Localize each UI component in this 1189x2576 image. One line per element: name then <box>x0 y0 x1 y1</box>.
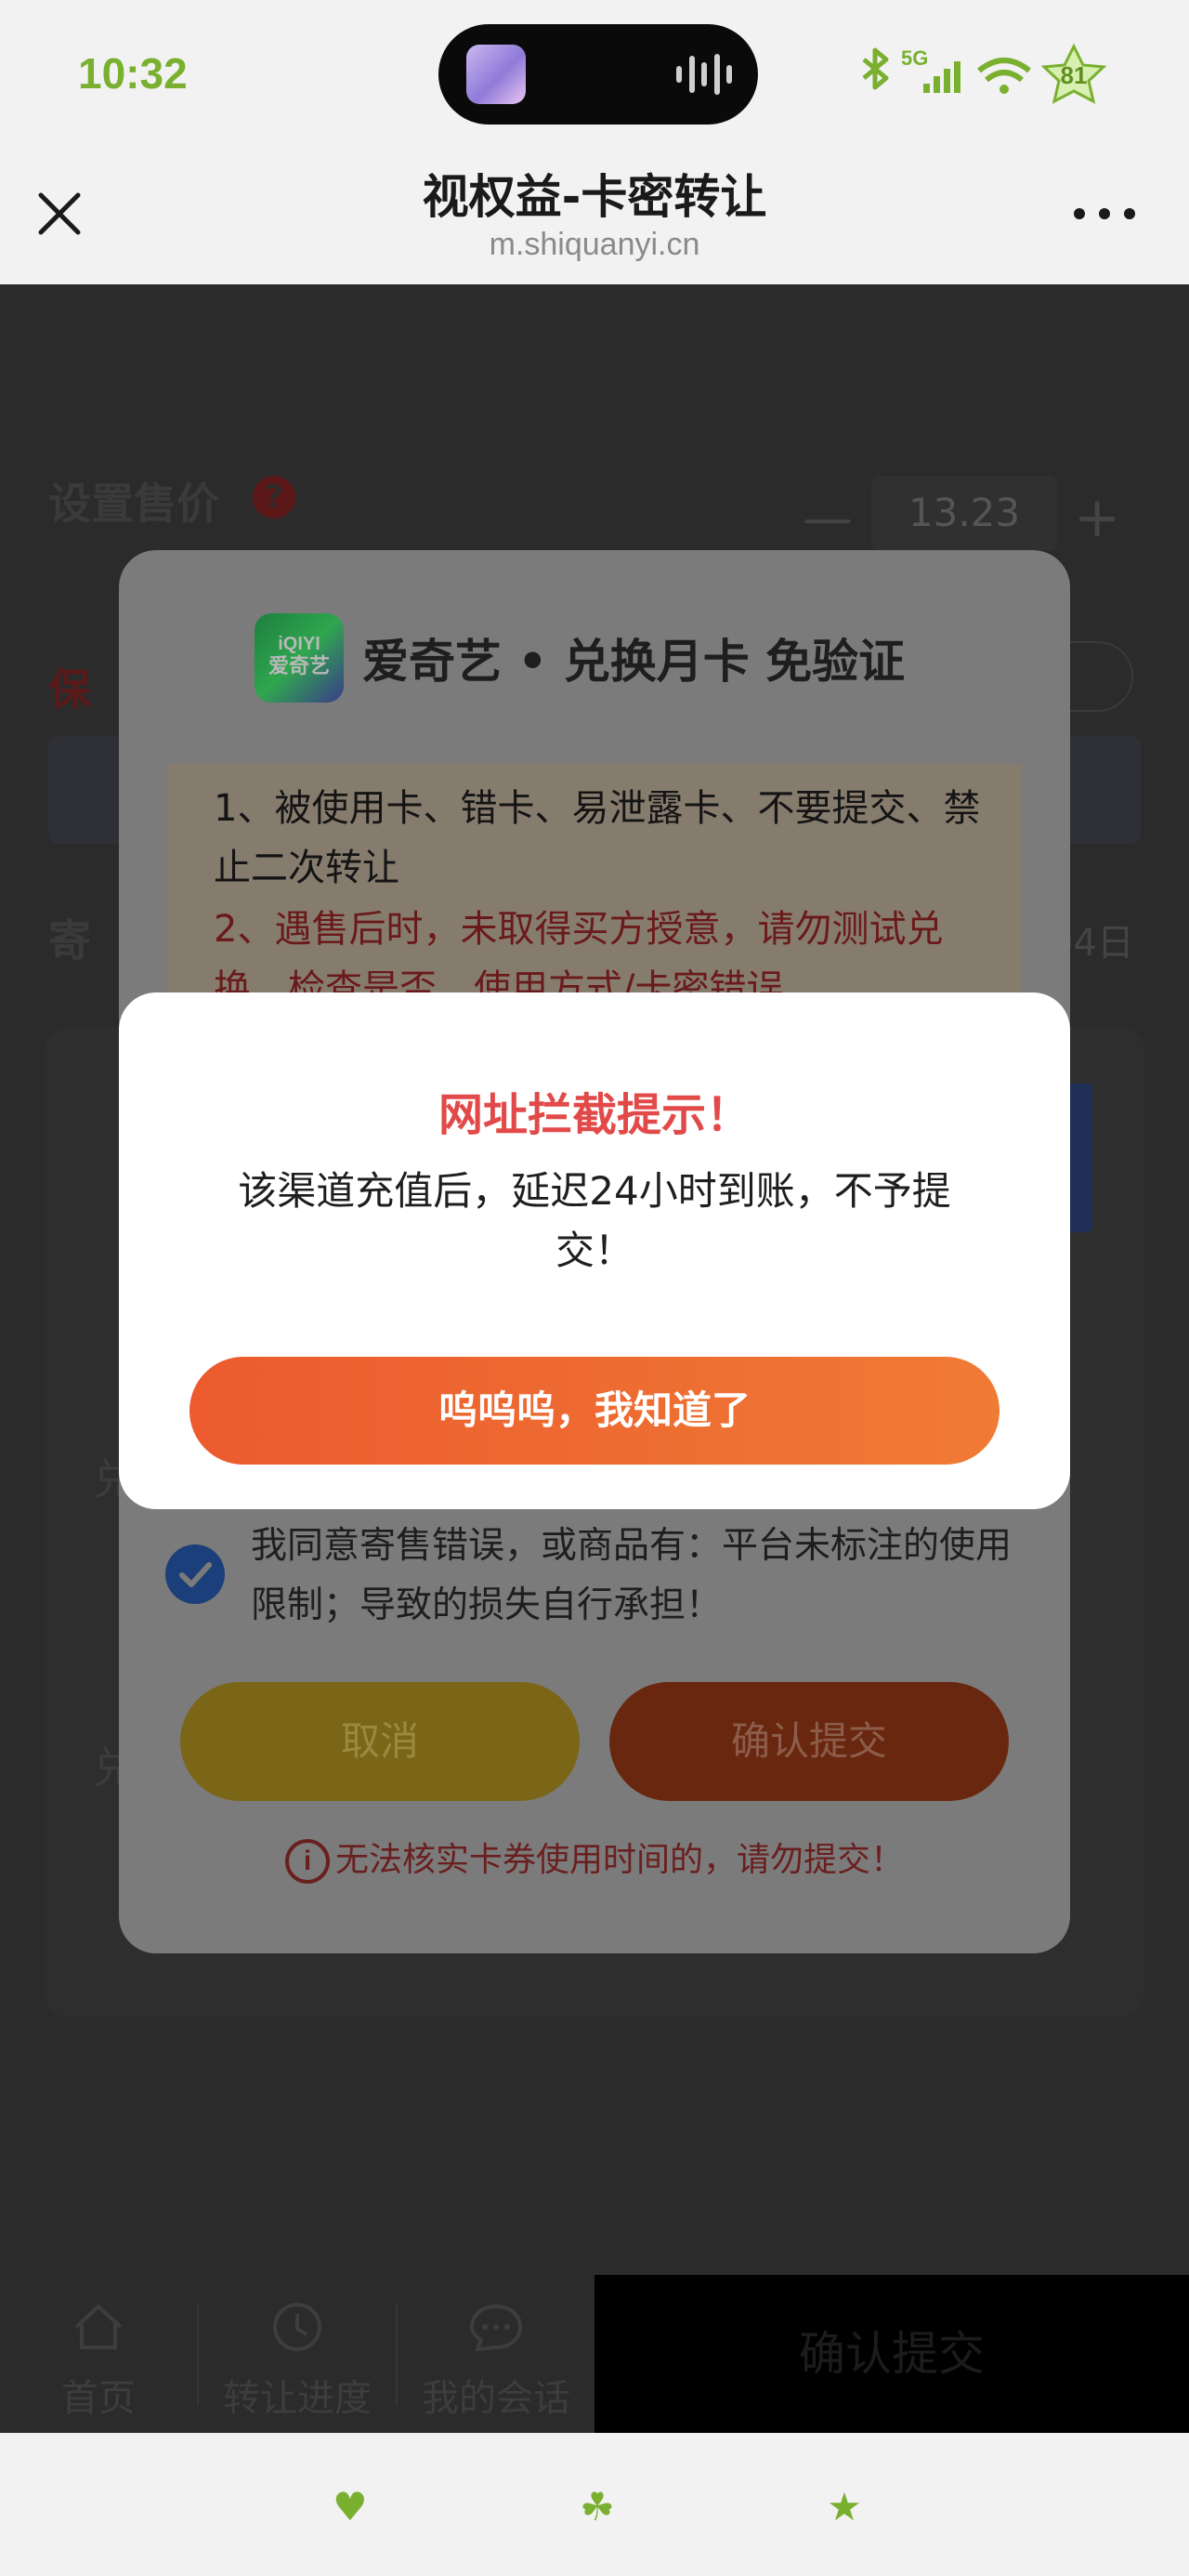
page-url: m.shiquanyi.cn <box>489 227 700 262</box>
consign-label: 寄 <box>48 915 91 966</box>
dynamic-island[interactable] <box>438 24 758 125</box>
checkmark-icon <box>179 1562 212 1587</box>
stepper-plus-button[interactable]: + <box>1074 485 1120 550</box>
bottom-nav: 首页 转让进度 我的会话 确认提交 <box>0 2275 1189 2433</box>
battery-level: 81 <box>1060 61 1088 89</box>
bottom-submit-button[interactable]: 确认提交 <box>594 2275 1189 2433</box>
status-icons: 5G 81 <box>851 43 1130 108</box>
confirm-submit-button[interactable]: 确认提交 <box>609 1682 1009 1801</box>
stepper-minus-button[interactable]: — <box>803 489 853 547</box>
nav-home[interactable]: 首页 <box>0 2275 197 2433</box>
chat-icon <box>469 2304 523 2352</box>
agree-checkbox[interactable] <box>165 1544 225 1604</box>
home-icon <box>74 2304 123 2349</box>
clock-icon <box>273 2303 321 2351</box>
nav-home-label: 首页 <box>61 2377 136 2420</box>
more-icon[interactable] <box>1074 204 1135 223</box>
set-price-label: 设置售价 <box>48 479 219 529</box>
notice-line-1: 1、被使用卡、错卡、易泄露卡、不要提交、禁止二次转让 <box>214 787 981 889</box>
alert-dialog: 网址拦截提示！ 该渠道充值后，延迟24小时到账，不予提交！ 呜呜呜，我知道了 <box>119 992 1070 1509</box>
agree-text: 我同意寄售错误，或商品有：平台未标注的使用限制；导致的损失自行承担！ <box>251 1525 1013 1626</box>
warning-row: i 无法核实卡券使用时间的，请勿提交！ <box>119 1833 1070 1884</box>
help-icon[interactable]: ? <box>253 476 295 519</box>
nav-chat-label: 我的会话 <box>422 2377 570 2420</box>
acknowledge-button[interactable]: 呜呜呜，我知道了 <box>189 1357 1000 1465</box>
notice-box: 1、被使用卡、错卡、易泄露卡、不要提交、禁止二次转让 2、遇售后时，未取得买方授… <box>167 764 1022 1015</box>
nav-chat[interactable]: 我的会话 <box>398 2275 594 2433</box>
price-input[interactable]: 13.23 <box>871 476 1057 550</box>
iqiyi-logo: iQIYI 爱奇艺 <box>255 613 344 703</box>
star-icon[interactable]: ★ <box>821 2487 868 2528</box>
alert-title: 网址拦截提示！ <box>438 1089 751 1141</box>
alert-message: 该渠道充值后，延迟24小时到账，不予提交！ <box>238 1168 951 1273</box>
logo-text: iQIYI <box>278 634 320 654</box>
page-title: 视权益-卡密转让 <box>422 170 767 224</box>
status-bar: 10:32 5G 81 <box>0 0 1189 149</box>
guarantee-label: 保 <box>48 664 91 715</box>
nav-progress[interactable]: 转让进度 <box>199 2275 396 2433</box>
network-type: 5G <box>901 46 929 70</box>
product-title: 爱奇艺 • 兑换月卡 免验证 <box>362 635 906 689</box>
media-thumbnail <box>466 45 526 104</box>
warning-text: 无法核实卡券使用时间的，请勿提交！ <box>334 1841 904 1879</box>
clover-icon[interactable]: ☘ <box>574 2487 621 2528</box>
info-icon: i <box>284 1839 330 1884</box>
audio-wave-icon <box>676 52 732 97</box>
status-time: 10:32 <box>78 49 188 98</box>
heart-icon[interactable]: ♥ <box>327 2487 373 2528</box>
cancel-button[interactable]: 取消 <box>180 1682 580 1801</box>
nav-progress-label: 转让进度 <box>223 2377 372 2420</box>
system-bar: ♥ ☘ ★ <box>0 2433 1189 2576</box>
logo-sub: 爱奇艺 <box>268 655 330 678</box>
browser-header: 视权益-卡密转让 m.shiquanyi.cn <box>0 149 1189 284</box>
